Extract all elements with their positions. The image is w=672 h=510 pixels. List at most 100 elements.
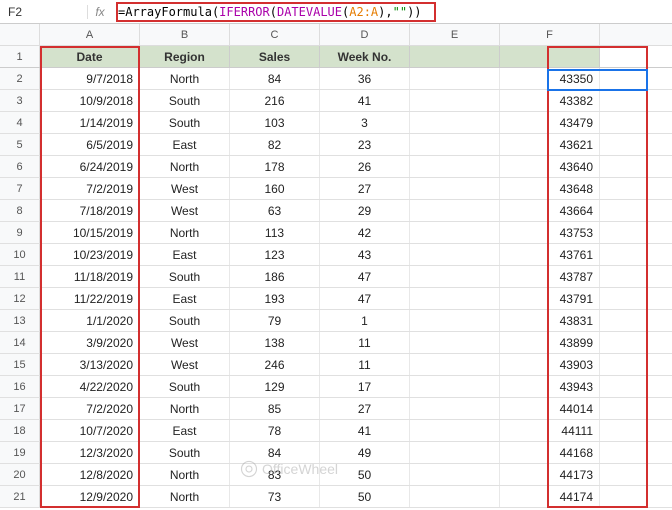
cell[interactable] <box>410 398 500 419</box>
col-header-a[interactable]: A <box>40 24 140 45</box>
cell[interactable] <box>410 46 500 67</box>
row-header[interactable]: 1 <box>0 46 40 67</box>
cell[interactable]: 12/3/2020 <box>40 442 140 463</box>
cell[interactable]: 44111 <box>500 420 600 441</box>
cell[interactable]: 1 <box>320 310 410 331</box>
cell[interactable]: 7/2/2020 <box>40 398 140 419</box>
col-header-b[interactable]: B <box>140 24 230 45</box>
cell[interactable]: 3 <box>320 112 410 133</box>
cell[interactable]: 160 <box>230 178 320 199</box>
cell[interactable]: 1/14/2019 <box>40 112 140 133</box>
cell[interactable]: 1/1/2020 <box>40 310 140 331</box>
cell[interactable]: 12/8/2020 <box>40 464 140 485</box>
cell[interactable]: 78 <box>230 420 320 441</box>
cell[interactable] <box>410 354 500 375</box>
cell[interactable]: 41 <box>320 90 410 111</box>
row-header[interactable]: 17 <box>0 398 40 419</box>
cell[interactable]: 10/23/2019 <box>40 244 140 265</box>
cell[interactable] <box>410 376 500 397</box>
cell[interactable]: 186 <box>230 266 320 287</box>
cell[interactable]: 43903 <box>500 354 600 375</box>
cell[interactable]: 9/7/2018 <box>40 68 140 89</box>
cell[interactable]: 47 <box>320 266 410 287</box>
cell[interactable]: 11 <box>320 354 410 375</box>
cell[interactable] <box>410 464 500 485</box>
cell[interactable]: 138 <box>230 332 320 353</box>
cell[interactable]: 43787 <box>500 266 600 287</box>
cell[interactable] <box>410 68 500 89</box>
cell[interactable]: 123 <box>230 244 320 265</box>
cell[interactable]: 26 <box>320 156 410 177</box>
row-header[interactable]: 12 <box>0 288 40 309</box>
cell[interactable]: 42 <box>320 222 410 243</box>
cell[interactable]: 43791 <box>500 288 600 309</box>
cell[interactable] <box>410 486 500 507</box>
cell[interactable] <box>410 222 500 243</box>
select-all-corner[interactable] <box>0 24 40 45</box>
cell[interactable] <box>410 156 500 177</box>
row-header[interactable]: 18 <box>0 420 40 441</box>
cell[interactable]: 82 <box>230 134 320 155</box>
cell[interactable] <box>410 134 500 155</box>
cell[interactable]: 41 <box>320 420 410 441</box>
col-header-f[interactable]: F <box>500 24 600 45</box>
header-cell[interactable]: Sales <box>230 46 320 67</box>
row-header[interactable]: 3 <box>0 90 40 111</box>
cell[interactable]: East <box>140 288 230 309</box>
cell[interactable]: 44168 <box>500 442 600 463</box>
cell[interactable]: 83 <box>230 464 320 485</box>
cell[interactable]: 3/13/2020 <box>40 354 140 375</box>
cell[interactable]: 43350 <box>500 68 600 89</box>
cell[interactable]: 49 <box>320 442 410 463</box>
cell[interactable]: 6/5/2019 <box>40 134 140 155</box>
cell[interactable]: 43382 <box>500 90 600 111</box>
cell[interactable]: 44014 <box>500 398 600 419</box>
cell[interactable]: 43943 <box>500 376 600 397</box>
cell[interactable]: 178 <box>230 156 320 177</box>
cell[interactable]: West <box>140 332 230 353</box>
name-box[interactable]: F2 <box>0 5 88 19</box>
cell[interactable]: 43479 <box>500 112 600 133</box>
cell[interactable]: 11 <box>320 332 410 353</box>
cell[interactable]: 7/18/2019 <box>40 200 140 221</box>
cell[interactable]: 73 <box>230 486 320 507</box>
cell[interactable] <box>410 332 500 353</box>
cell[interactable] <box>410 420 500 441</box>
cell[interactable] <box>410 310 500 331</box>
cell[interactable]: 43 <box>320 244 410 265</box>
cell[interactable]: 50 <box>320 464 410 485</box>
cell[interactable]: 10/15/2019 <box>40 222 140 243</box>
cell[interactable]: West <box>140 200 230 221</box>
row-header[interactable]: 10 <box>0 244 40 265</box>
cell[interactable]: 12/9/2020 <box>40 486 140 507</box>
cell[interactable] <box>410 288 500 309</box>
row-header[interactable]: 9 <box>0 222 40 243</box>
cell[interactable] <box>410 244 500 265</box>
cell[interactable]: 11/22/2019 <box>40 288 140 309</box>
row-header[interactable]: 19 <box>0 442 40 463</box>
cell[interactable]: 27 <box>320 398 410 419</box>
row-header[interactable]: 7 <box>0 178 40 199</box>
row-header[interactable]: 11 <box>0 266 40 287</box>
row-header[interactable]: 21 <box>0 486 40 507</box>
cell[interactable]: 84 <box>230 442 320 463</box>
cell[interactable]: 10/7/2020 <box>40 420 140 441</box>
header-cell[interactable]: Region <box>140 46 230 67</box>
cell[interactable]: 50 <box>320 486 410 507</box>
cell[interactable] <box>410 442 500 463</box>
cell[interactable]: 84 <box>230 68 320 89</box>
row-header[interactable]: 15 <box>0 354 40 375</box>
cell[interactable]: 29 <box>320 200 410 221</box>
cell[interactable]: North <box>140 156 230 177</box>
row-header[interactable]: 8 <box>0 200 40 221</box>
row-header[interactable]: 4 <box>0 112 40 133</box>
cell[interactable]: 43761 <box>500 244 600 265</box>
cell[interactable]: North <box>140 398 230 419</box>
cell[interactable] <box>410 90 500 111</box>
cell[interactable]: 129 <box>230 376 320 397</box>
cell[interactable]: 79 <box>230 310 320 331</box>
formula-input[interactable]: =ArrayFormula(IFERROR(DATEVALUE(A2:A),""… <box>112 5 672 19</box>
cell[interactable]: 103 <box>230 112 320 133</box>
row-header[interactable]: 5 <box>0 134 40 155</box>
cell[interactable]: 43664 <box>500 200 600 221</box>
